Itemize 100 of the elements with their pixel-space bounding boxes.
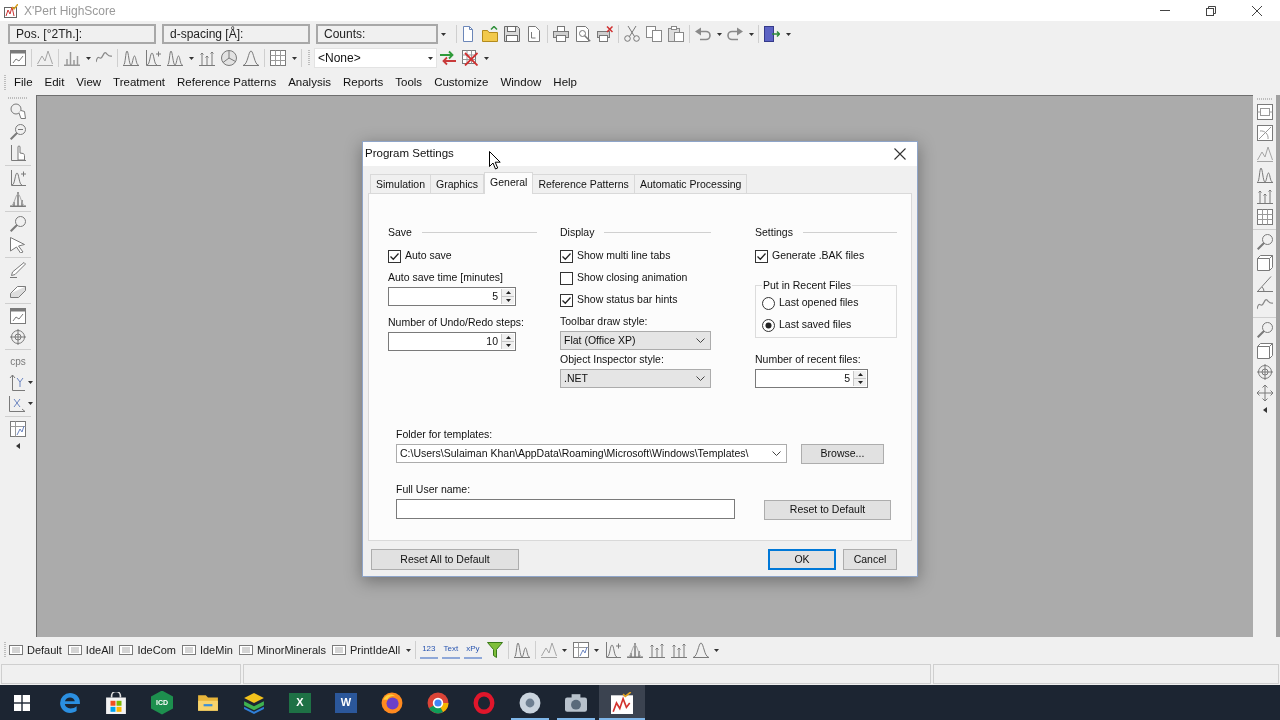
menu-item[interactable]: Reports <box>339 72 388 93</box>
menu-item[interactable]: Analysis <box>284 72 335 93</box>
spin-down-button[interactable] <box>502 342 514 349</box>
chart-window-icon[interactable] <box>10 307 26 324</box>
layout-button[interactable]: IdeAll <box>64 639 117 661</box>
reset-button[interactable]: Reset to Default <box>764 500 891 520</box>
caret-icon[interactable] <box>428 56 433 60</box>
arrow-pointer-icon[interactable] <box>10 236 26 253</box>
checkbox[interactable] <box>560 271 573 285</box>
document-lines-icon[interactable] <box>526 26 542 42</box>
pen-icon[interactable] <box>10 261 26 278</box>
dropdown[interactable]: .NET <box>560 369 711 388</box>
caret-icon[interactable] <box>291 56 297 60</box>
radio-button[interactable] <box>762 318 775 332</box>
peaks-icon[interactable] <box>123 50 139 66</box>
page-magnifier-icon[interactable] <box>575 26 591 42</box>
zoom-out-icon[interactable] <box>10 123 26 140</box>
table-chart-icon[interactable] <box>572 642 589 658</box>
peak-plus-icon[interactable] <box>10 169 26 186</box>
line-graph-icon[interactable] <box>37 50 53 66</box>
undo-icon[interactable] <box>695 26 711 42</box>
caret-icon[interactable] <box>440 32 446 36</box>
line-graph-icon[interactable] <box>540 642 557 658</box>
browse-button[interactable]: Browse... <box>801 444 884 464</box>
taskbar-button[interactable] <box>599 685 645 720</box>
peaks-icon[interactable] <box>167 50 183 66</box>
layout-button[interactable]: PrintIdeAll <box>329 639 404 661</box>
number-field[interactable]: 10 <box>388 332 516 351</box>
frame-icon[interactable] <box>1256 342 1273 359</box>
menu-item[interactable]: Treatment <box>109 72 170 93</box>
caret-icon[interactable] <box>28 381 33 384</box>
spin-down-button[interactable] <box>502 297 514 304</box>
peak-icon[interactable] <box>692 642 709 658</box>
cancel-button[interactable]: Cancel <box>843 549 897 570</box>
printer-icon[interactable] <box>553 26 569 42</box>
peak-plus-icon[interactable] <box>145 50 161 66</box>
layout-button[interactable]: Default <box>6 639 65 661</box>
move-arrows-icon[interactable] <box>1256 384 1273 401</box>
pie-chart-icon[interactable] <box>221 50 237 66</box>
menu-item[interactable]: Help <box>549 72 581 93</box>
peak-markers-icon[interactable] <box>1256 187 1273 204</box>
menu-item[interactable]: File <box>10 72 37 93</box>
table-icon[interactable] <box>270 50 286 66</box>
caret-left-icon[interactable] <box>16 443 20 449</box>
document-icon[interactable] <box>460 26 476 42</box>
label-tool-button[interactable]: 123 <box>420 641 438 659</box>
checkbox[interactable] <box>560 249 573 263</box>
number-field[interactable]: 5 <box>755 369 868 388</box>
caret-left-icon[interactable] <box>1262 407 1267 413</box>
layout-button[interactable]: IdeCom <box>116 639 179 661</box>
folder-icon[interactable] <box>482 26 498 42</box>
menu-item[interactable]: Edit <box>40 72 69 93</box>
door-arrow-icon[interactable] <box>764 26 780 42</box>
tab[interactable]: General <box>484 172 534 194</box>
peaks-icon[interactable] <box>513 642 530 658</box>
bar-peak-icon[interactable] <box>10 190 26 207</box>
spin-up-button[interactable] <box>854 371 866 379</box>
radio-button[interactable] <box>762 296 775 310</box>
caret-icon[interactable] <box>562 648 568 652</box>
peaks-icon[interactable] <box>1256 166 1273 183</box>
table-chart-icon[interactable] <box>10 420 26 437</box>
y-axis-icon[interactable] <box>9 374 25 391</box>
checkbox[interactable] <box>755 249 768 263</box>
peak-markers-icon[interactable] <box>670 642 687 658</box>
caret-icon[interactable] <box>785 32 791 36</box>
table-cross-icon[interactable] <box>462 50 478 66</box>
caret-icon[interactable] <box>188 56 194 60</box>
bar-peak-icon[interactable] <box>626 642 643 658</box>
caret-icon[interactable] <box>405 648 411 652</box>
swap-arrows-icon[interactable] <box>440 50 456 66</box>
menu-item[interactable]: View <box>72 72 106 93</box>
caret-icon[interactable] <box>85 56 91 60</box>
funnel-icon[interactable] <box>486 642 503 658</box>
tab[interactable]: Graphics <box>430 174 485 193</box>
path-combo-field[interactable]: C:\Users\Sulaiman Khan\AppData\Roaming\Microsoft\Windows\Templates\ <box>396 444 787 463</box>
caret-icon[interactable] <box>594 648 600 652</box>
taskbar-button[interactable]: X <box>277 685 323 720</box>
printer-cross-icon[interactable] <box>597 26 613 42</box>
caret-icon[interactable] <box>716 32 722 36</box>
reset-all-button[interactable]: Reset All to Default <box>371 549 519 570</box>
grid-frame-icon[interactable] <box>1256 103 1273 120</box>
peak-markers-icon[interactable] <box>648 642 665 658</box>
spin-up-button[interactable] <box>502 334 514 342</box>
redo-icon[interactable] <box>727 26 743 42</box>
magnifier-icon[interactable] <box>1256 233 1273 250</box>
chart-frame-icon[interactable] <box>1256 124 1273 141</box>
ok-button[interactable]: OK <box>768 549 836 570</box>
menu-item[interactable]: Customize <box>430 72 493 93</box>
caret-icon[interactable] <box>714 648 720 652</box>
peak-icon[interactable] <box>243 50 259 66</box>
magnifier-hand-icon[interactable] <box>10 102 26 119</box>
menu-item[interactable]: Window <box>496 72 546 93</box>
magnifier-icon[interactable] <box>1256 321 1273 338</box>
peak-markers-icon[interactable] <box>199 50 215 66</box>
copy-icon[interactable] <box>646 26 662 42</box>
spin-down-button[interactable] <box>854 379 866 386</box>
scissors-icon[interactable] <box>624 26 640 42</box>
caret-icon[interactable] <box>483 56 489 60</box>
label-tool-button[interactable]: Text <box>441 641 461 659</box>
axis-hand-icon[interactable] <box>10 144 26 161</box>
